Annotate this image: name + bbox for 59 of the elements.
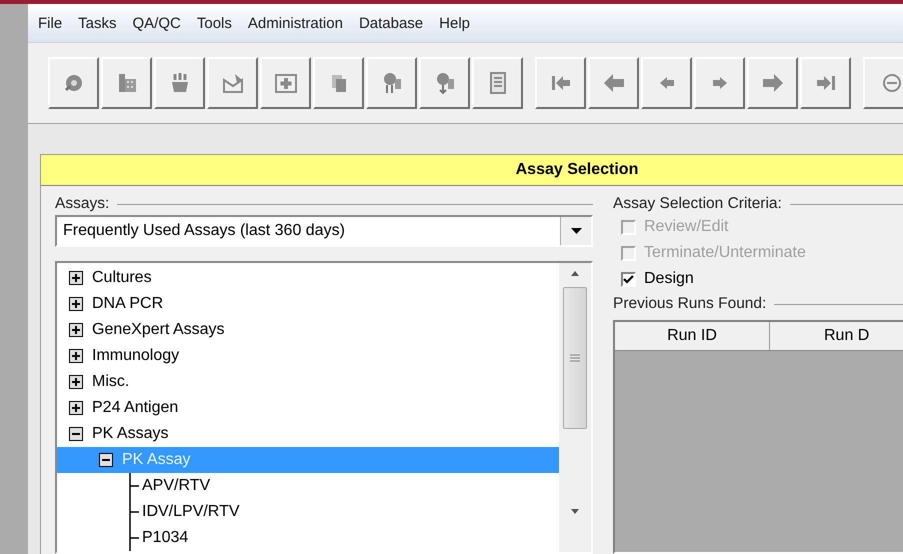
menu-item[interactable]: File: [30, 14, 70, 32]
toolbar-button[interactable]: [641, 57, 692, 109]
tree-item[interactable]: IDV/LPV/RTV: [140, 503, 242, 521]
menu-item[interactable]: QA/QC: [124, 14, 189, 32]
toolbar-button[interactable]: [101, 57, 152, 109]
toolbar-button[interactable]: [419, 57, 470, 109]
menu-item[interactable]: Database: [350, 14, 432, 32]
toolbar-button[interactable]: [588, 57, 639, 109]
menu-item[interactable]: Tools: [188, 14, 240, 32]
toolbar-button[interactable]: [366, 57, 417, 109]
menu-item[interactable]: Help: [431, 14, 478, 32]
toolbar-button[interactable]: [747, 57, 798, 109]
tree-item[interactable]: APV/RTV: [140, 477, 212, 495]
toolbar-button[interactable]: [260, 57, 311, 109]
collapse-icon[interactable]: [99, 453, 113, 467]
menu-item[interactable]: Administration: [240, 14, 351, 32]
tree-item[interactable]: Misc.: [90, 373, 132, 391]
grip-icon: [570, 353, 580, 363]
expand-icon[interactable]: [69, 323, 83, 337]
scrollbar[interactable]: [559, 263, 591, 552]
section-title: Assay Selection: [516, 161, 638, 179]
menu-item[interactable]: Tasks: [70, 14, 125, 32]
checkbox-label: Terminate/Unterminate: [644, 244, 806, 262]
expand-icon[interactable]: [69, 297, 83, 311]
toolbar-button[interactable]: [800, 57, 851, 109]
column-header[interactable]: Run D: [770, 322, 903, 350]
toolbar-button[interactable]: [863, 57, 903, 109]
expand-icon[interactable]: [69, 349, 83, 363]
group-label: Assay Selection Criteria:: [613, 195, 782, 213]
tree-item[interactable]: GeneXpert Assays: [90, 321, 227, 339]
scroll-thumb[interactable]: [563, 287, 587, 429]
column-header[interactable]: Run ID: [615, 322, 770, 350]
tree-item[interactable]: PK Assays: [90, 425, 170, 443]
toolbar-button[interactable]: [694, 57, 745, 109]
tree-line: [129, 473, 139, 499]
expand-icon[interactable]: [69, 401, 83, 415]
toolbar-button[interactable]: [154, 57, 205, 109]
expand-icon[interactable]: [69, 271, 83, 285]
expand-icon[interactable]: [69, 375, 83, 389]
caret-icon: [570, 228, 582, 234]
checkbox-label: Review/Edit: [644, 218, 728, 236]
toolbar-button[interactable]: [313, 57, 364, 109]
group-label: Previous Runs Found:: [613, 295, 766, 313]
tree-item[interactable]: Cultures: [90, 269, 154, 287]
checkbox[interactable]: [621, 272, 636, 286]
toolbar-button[interactable]: [472, 57, 523, 109]
toolbar-button[interactable]: [207, 57, 258, 109]
tree-line: [129, 525, 139, 551]
tree-item[interactable]: P1034: [140, 529, 190, 547]
toolbar-button[interactable]: [48, 57, 99, 109]
checkbox-label: Design: [644, 270, 694, 288]
group-label: Assays:: [55, 195, 110, 213]
tree-item[interactable]: Immunology: [90, 347, 182, 365]
tree-item[interactable]: P24 Antigen: [90, 399, 180, 417]
collapse-icon[interactable]: [69, 427, 83, 441]
toolbar-button[interactable]: [535, 57, 586, 109]
assay-dropdown[interactable]: Frequently Used Assays (last 360 days): [55, 215, 593, 247]
tree-item[interactable]: DNA PCR: [90, 295, 166, 313]
tree-line: [129, 499, 139, 525]
